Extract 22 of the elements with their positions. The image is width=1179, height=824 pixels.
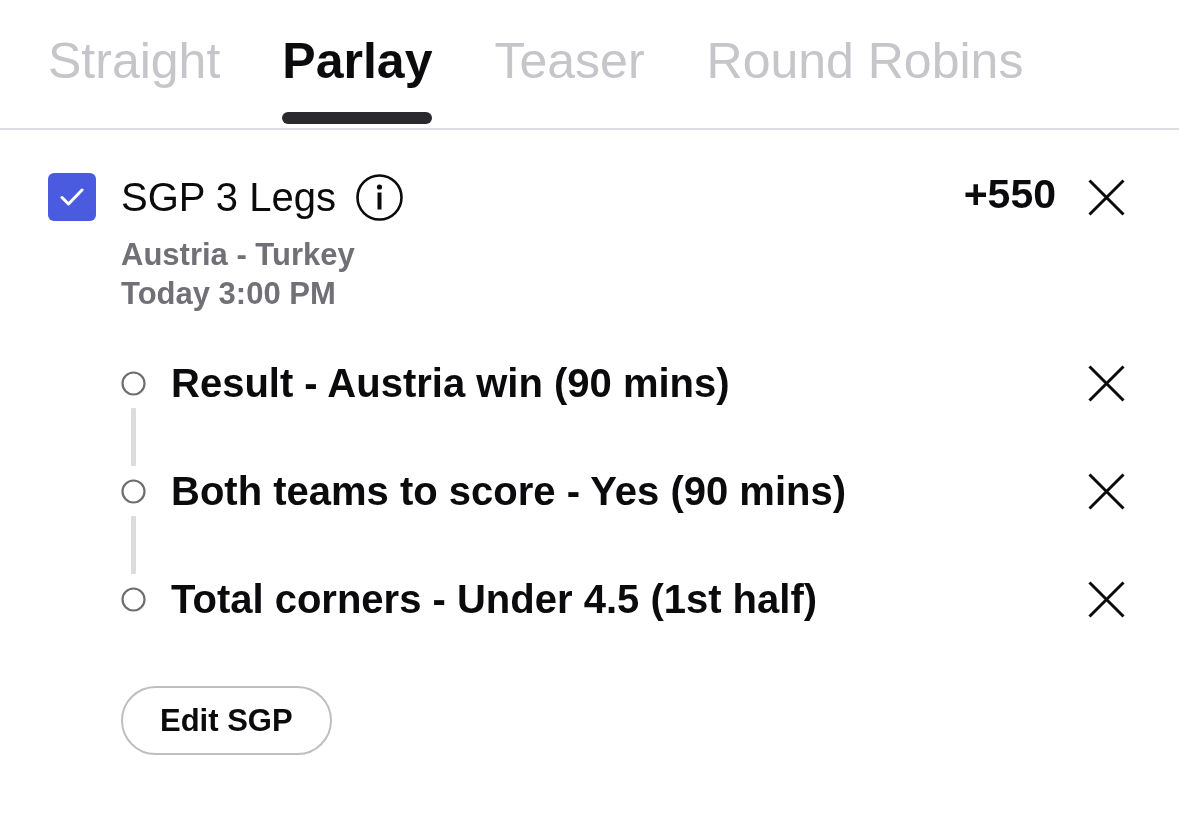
close-icon[interactable]	[1088, 178, 1125, 216]
match-time: Today 3:00 PM	[121, 275, 336, 313]
edit-sgp-button[interactable]: Edit SGP	[121, 686, 332, 755]
leg-label: Total corners - Under 4.5 (1st half)	[171, 576, 818, 622]
checkbox[interactable]	[48, 173, 96, 221]
leg-label: Both teams to score - Yes (90 mins)	[171, 468, 847, 514]
leg-label: Result - Austria win (90 mins)	[171, 360, 730, 406]
ring-icon	[121, 478, 146, 504]
tab[interactable]: Teaser	[494, 33, 645, 124]
ring-icon	[121, 586, 146, 612]
tab[interactable]: Straight	[48, 33, 221, 124]
close-icon[interactable]	[1088, 472, 1125, 510]
ring-icon	[121, 370, 146, 396]
tab[interactable]: Parlay	[282, 33, 433, 124]
odds: +550	[963, 170, 1056, 218]
tab[interactable]: Round Robins	[706, 33, 1024, 124]
close-icon[interactable]	[1088, 364, 1125, 402]
match-name: Austria - Turkey	[121, 236, 355, 274]
close-icon[interactable]	[1088, 580, 1125, 618]
info-icon[interactable]	[355, 173, 403, 221]
check-icon	[60, 188, 84, 206]
bet-title: SGP 3 Legs	[121, 174, 336, 221]
